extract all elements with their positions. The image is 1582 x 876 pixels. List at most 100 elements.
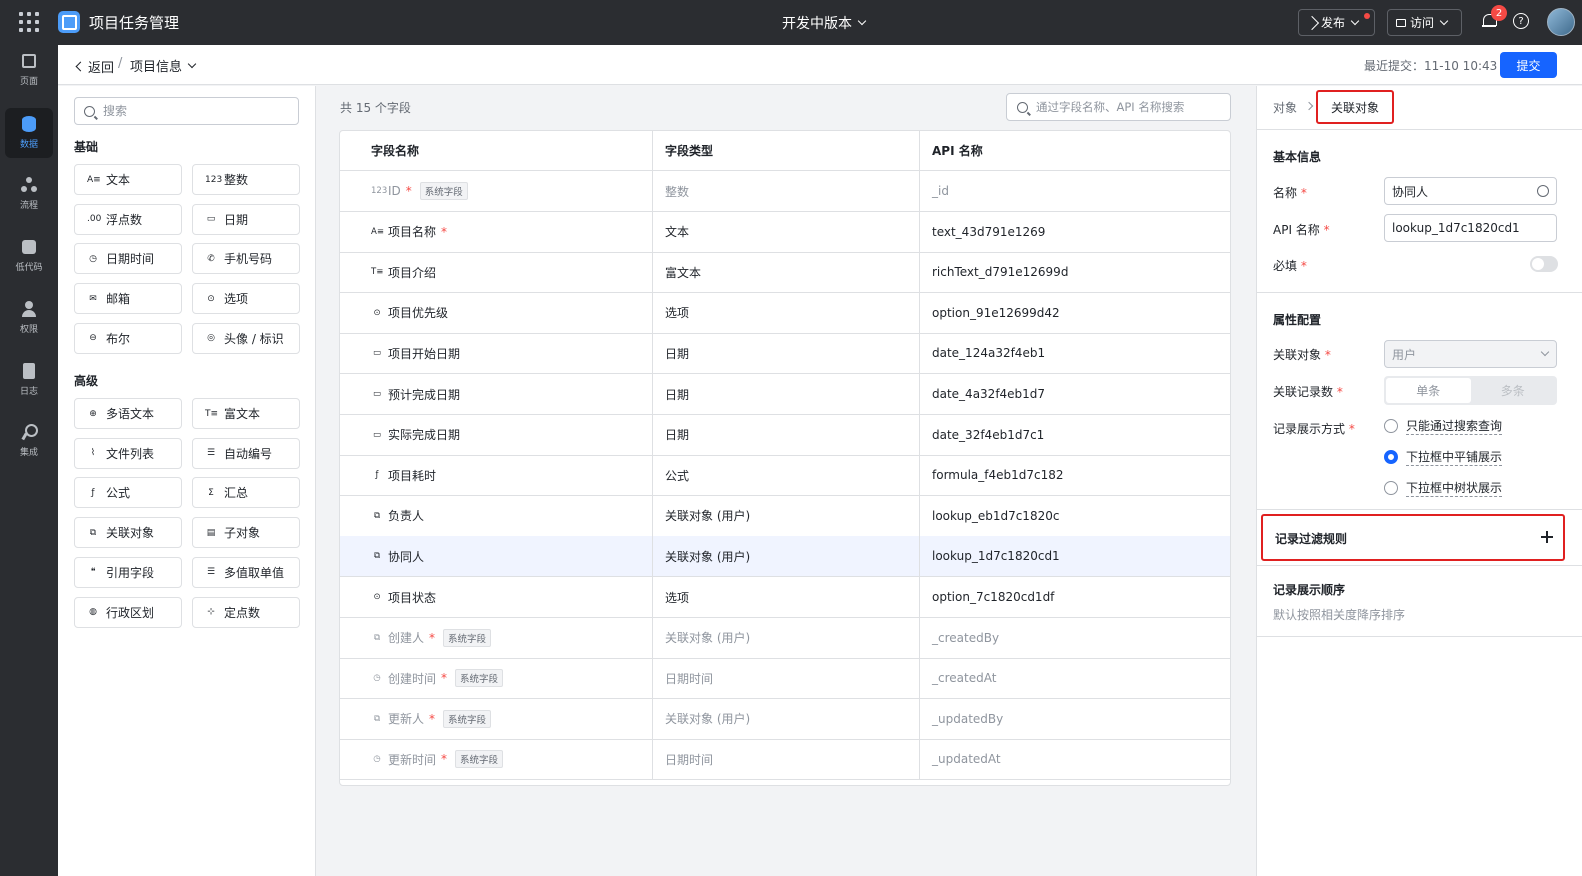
table-row[interactable]: ⧉ 协同人 关联对象 (用户) lookup_1d7c1820cd1 xyxy=(340,536,1230,578)
table-row[interactable]: ⧉ 创建人 * 系统字段 关联对象 (用户) _createdBy xyxy=(340,617,1230,659)
api-name-field[interactable]: lookup_1d7c1820cd1 xyxy=(1384,214,1557,242)
palette-field-button[interactable]: ✆ 手机号码 xyxy=(192,243,300,275)
field-type-cell: 日期 xyxy=(652,333,919,374)
field-type-label: 引用字段 xyxy=(106,565,155,580)
field-type-cell: 日期 xyxy=(652,414,919,455)
table-row[interactable]: ▭ 实际完成日期 日期 date_32f4eb1d7c1 xyxy=(340,414,1230,456)
divider xyxy=(1257,292,1582,293)
record-count-segmented: 单条 多条 xyxy=(1384,376,1557,405)
display-option-flat[interactable]: 下拉框中平铺展示 xyxy=(1384,448,1503,466)
divider xyxy=(1257,509,1582,510)
palette-field-button[interactable]: A≡ 文本 xyxy=(74,164,182,195)
back-button[interactable]: 返回 xyxy=(75,57,114,76)
display-option-tree[interactable]: 下拉框中树状展示 xyxy=(1384,479,1503,497)
field-name-cell: 123 ID * 系统字段 xyxy=(371,171,651,211)
field-type-cell: 关联对象 (用户) xyxy=(652,495,919,536)
palette-field-button[interactable]: ⧉ 关联对象 xyxy=(74,517,182,549)
field-type-icon: ◎ xyxy=(207,333,215,344)
rail-item-lowcode[interactable]: 低代码 xyxy=(5,231,53,281)
palette-field-button[interactable]: ▤ 子对象 xyxy=(192,517,300,549)
record-filter-section[interactable]: 记录过滤规则 xyxy=(1261,514,1565,561)
publish-button[interactable]: 发布 xyxy=(1298,9,1375,36)
rail-item-page[interactable]: 页面 xyxy=(5,45,53,95)
rail-label: 数据 xyxy=(19,140,38,150)
palette-field-button[interactable]: .00 浮点数 xyxy=(74,203,182,235)
app-grid-icon[interactable] xyxy=(19,12,39,32)
record-count-label: 关联记录数 * xyxy=(1273,383,1343,400)
globe-icon[interactable] xyxy=(1537,185,1549,197)
table-row[interactable]: ⊙ 项目状态 选项 option_7c1820cd1df xyxy=(340,577,1230,618)
required-mark: * xyxy=(1300,259,1307,273)
version-selector[interactable]: 开发中版本 xyxy=(782,13,867,33)
submit-button[interactable]: 提交 xyxy=(1500,52,1557,78)
table-row[interactable]: ⧉ 负责人 关联对象 (用户) lookup_eb1d7c1820c xyxy=(340,495,1230,537)
palette-field-button[interactable]: ❝ 引用字段 xyxy=(74,556,182,588)
field-type-icon: ▭ xyxy=(206,214,216,225)
object-selector[interactable]: 项目信息 xyxy=(130,56,197,75)
palette-field-button[interactable]: ⊖ 布尔 xyxy=(74,322,182,354)
field-name: 创建人 xyxy=(388,631,425,646)
api-name-cell: _createdAt xyxy=(919,658,1230,699)
table-row[interactable]: T≡ 项目介绍 富文本 richText_d791e12699d xyxy=(340,252,1230,294)
palette-field-button[interactable]: ⌇ 文件列表 xyxy=(74,437,182,469)
field-type-icon: ⊖ xyxy=(89,333,97,344)
palette-field-button[interactable]: ⊹ 定点数 xyxy=(192,596,300,628)
rail-item-log[interactable]: 日志 xyxy=(5,355,53,405)
field-type-label: 布尔 xyxy=(106,331,131,346)
palette-field-button[interactable]: ƒ 公式 xyxy=(74,477,182,509)
palette-field-button[interactable]: ⊙ 选项 xyxy=(192,283,300,315)
table-row[interactable]: ƒ 项目耗时 公式 formula_f4eb1d7c182 xyxy=(340,455,1230,497)
api-name-label: API 名称 * xyxy=(1273,221,1330,238)
field-type-icon: ⊙ xyxy=(373,592,381,602)
name-field[interactable]: 协同人 xyxy=(1384,177,1557,205)
palette-field-button[interactable]: Σ 汇总 xyxy=(192,477,300,509)
table-row[interactable]: ▭ 项目开始日期 日期 date_124a32f4eb1 xyxy=(340,333,1230,375)
field-type-icon: A≡ xyxy=(87,174,101,185)
rail-label: 集成 xyxy=(19,448,38,458)
field-type-cell: 公式 xyxy=(652,455,919,496)
field-name: 预计完成日期 xyxy=(388,387,461,402)
rail-item-data[interactable]: 数据 xyxy=(5,108,53,158)
palette-field-button[interactable]: 123 整数 xyxy=(192,164,300,195)
rail-item-flow[interactable]: 流程 xyxy=(5,169,53,219)
palette-search-input[interactable] xyxy=(103,104,283,118)
api-name-cell: lookup_1d7c1820cd1 xyxy=(919,536,1230,577)
basic-info-title: 基本信息 xyxy=(1273,150,1322,164)
field-type-label: 文本 xyxy=(106,173,131,187)
panel-crumb-parent[interactable]: 对象 xyxy=(1273,99,1297,116)
avatar[interactable] xyxy=(1547,8,1575,36)
field-search-input[interactable] xyxy=(1036,100,1226,114)
visit-button[interactable]: 访问 xyxy=(1387,9,1462,36)
palette-field-button[interactable]: ◎ 头像 / 标识 xyxy=(192,322,300,354)
table-row[interactable]: ◷ 更新时间 * 系统字段 日期时间 _updatedAt xyxy=(340,739,1230,781)
field-type-cell: 选项 xyxy=(652,577,919,617)
plus-icon[interactable] xyxy=(1541,531,1553,543)
palette-field-button[interactable]: ▭ 日期 xyxy=(192,203,300,235)
name-value: 协同人 xyxy=(1392,184,1429,199)
palette-field-button[interactable]: ⊕ 多语文本 xyxy=(74,398,182,429)
palette-field-button[interactable]: T≡ 富文本 xyxy=(192,398,300,429)
table-row[interactable]: ◷ 创建时间 * 系统字段 日期时间 _createdAt xyxy=(340,658,1230,700)
required-toggle[interactable] xyxy=(1530,256,1558,272)
palette-field-button[interactable]: ☰ 多值取单值 xyxy=(192,556,300,588)
table-row[interactable]: ▭ 预计完成日期 日期 date_4a32f4eb1d7 xyxy=(340,374,1230,415)
palette-field-button[interactable]: ✉ 邮箱 xyxy=(74,283,182,315)
rail-item-permission[interactable]: 权限 xyxy=(5,293,53,343)
table-row[interactable]: ⊙ 项目优先级 选项 option_91e12699d42 xyxy=(340,292,1230,334)
table-row[interactable]: 123 ID * 系统字段 整数 _id xyxy=(340,171,1230,212)
lookup-label-text: 关联对象 xyxy=(1273,348,1322,362)
palette-field-button[interactable]: ◷ 日期时间 xyxy=(74,243,182,275)
field-type-icon: ☰ xyxy=(206,567,216,578)
field-type-icon: ƒ xyxy=(91,487,95,498)
help-icon[interactable]: ? xyxy=(1513,13,1529,29)
palette-field-button[interactable]: ☰ 自动编号 xyxy=(192,437,300,469)
palette-search xyxy=(74,97,299,125)
field-type-icon: ◷ xyxy=(373,673,381,684)
rail-item-integration[interactable]: 集成 xyxy=(5,416,53,466)
table-row[interactable]: A≡ 项目名称 * 文本 text_43d791e1269 xyxy=(340,211,1230,253)
field-type-icon: ☰ xyxy=(206,448,216,459)
palette-field-button[interactable]: ◍ 行政区划 xyxy=(74,596,182,628)
field-name-cell: T≡ 项目介绍 xyxy=(371,252,651,292)
display-option-search[interactable]: 只能通过搜索查询 xyxy=(1384,417,1503,435)
table-row[interactable]: ⧉ 更新人 * 系统字段 关联对象 (用户) _updatedBy xyxy=(340,698,1230,740)
